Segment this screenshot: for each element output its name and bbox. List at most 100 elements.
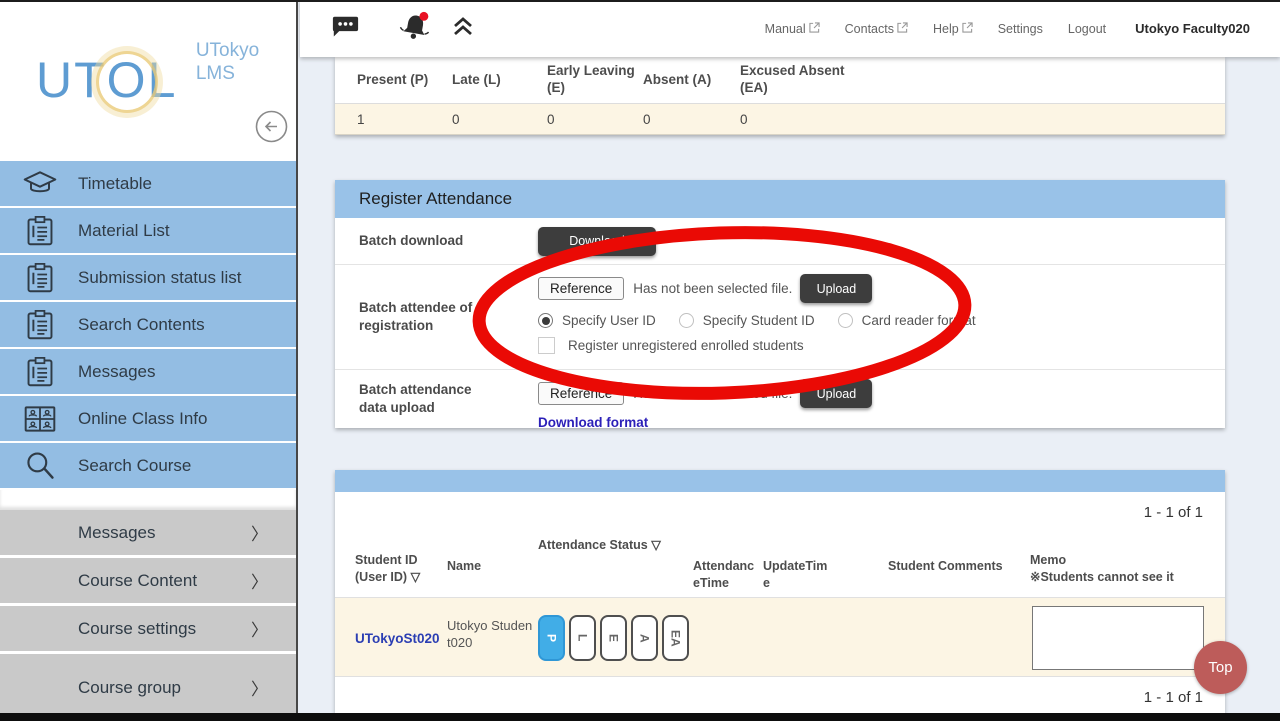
status-button-absent[interactable]: A [631,615,658,661]
sidebar-item-label: Course group [78,678,181,698]
reference-file-button[interactable]: Reference [538,277,624,300]
sidebar-section-divider [0,490,296,510]
sidebar-item-label: Course Content [78,571,197,591]
sidebar-item-course-messages[interactable]: Messages 〉 [0,510,296,558]
logout-link[interactable]: Logout [1068,22,1106,36]
external-link-icon [962,22,973,36]
sidebar-item-search-contents[interactable]: Search Contents [0,302,296,349]
sidebar-item-label: Timetable [78,174,152,194]
sidebar-item-timetable[interactable]: Timetable [0,161,296,208]
radio-selected-icon [538,313,553,328]
chevron-right-icon: 〉 [251,616,268,641]
column-header-memo: Memo ※Students cannot see it [1030,552,1215,586]
sidebar-item-label: Online Class Info [78,409,207,429]
radio-card-reader-format[interactable]: Card reader format [838,313,976,328]
clipboard-icon [18,309,62,341]
sidebar-item-messages[interactable]: Messages [0,349,296,396]
no-file-selected-text: Has not been selected file. [633,281,792,296]
topbar: Manual Contacts Help Settings Logout Uto… [300,0,1280,57]
logo-text: UT [36,52,107,108]
upload-button[interactable]: Upload [800,274,872,303]
row-label: Batch attendance data upload [359,381,489,416]
summary-header: Late (L) [452,57,547,103]
result-count: 1 - 1 of 1 [1144,689,1203,706]
attendance-status-buttons: P L E A EA [538,615,689,661]
column-header-attendance-time: Attendanc eTime [693,558,763,592]
clipboard-icon [18,262,62,294]
sidebar-item-online-class-info[interactable]: Online Class Info [0,396,296,443]
sidebar-item-submission-status-list[interactable]: Submission status list [0,255,296,302]
download-format-link[interactable]: Download format [538,415,648,430]
sidebar-item-label: Submission status list [78,268,241,288]
student-row: UTokyoSt020 Utokyo Studen t020 P L E A E… [335,597,1225,677]
radio-specify-user-id[interactable]: Specify User ID [538,313,656,328]
help-link[interactable]: Help [933,22,973,36]
row-label: Batch attendee of registration [359,299,489,334]
class-grid-icon [18,404,62,434]
column-header-student-comments: Student Comments [888,558,1003,575]
arrow-left-circle-icon [255,131,288,146]
sidebar-item-material-list[interactable]: Material List [0,208,296,255]
sidebar-collapse-button[interactable] [255,110,288,143]
upload-button[interactable]: Upload [800,379,872,408]
sidebar-item-course-group[interactable]: Course group 〉 [0,654,296,721]
no-file-selected-text: Has not been selected file. [633,386,792,401]
settings-link[interactable]: Settings [998,22,1043,36]
window-top-edge [0,0,1280,2]
clipboard-icon [18,356,62,388]
chat-bubble-icon [330,14,361,44]
register-attendance-panel: Register Attendance Batch download Downl… [335,180,1225,428]
sidebar-item-label: Messages [78,362,155,382]
clipboard-icon [18,215,62,247]
chat-messages-button[interactable] [330,14,361,44]
summary-value-row: 1 0 0 0 0 [335,104,1225,135]
status-button-early-leaving[interactable]: E [600,615,627,661]
sidebar: UTOL UTokyo LMS Timetable Material List [0,0,298,721]
checkbox-label: Register unregistered enrolled students [568,338,804,353]
contacts-link[interactable]: Contacts [845,22,908,36]
sidebar-item-label: Course settings [78,619,196,639]
chevron-right-icon: 〉 [251,675,268,700]
summary-value-late: 0 [452,104,547,134]
reference-file-button[interactable]: Reference [538,382,624,405]
summary-header: Present (P) [335,57,452,103]
notifications-button[interactable] [397,11,433,46]
column-header-name: Name [447,558,481,575]
download-button[interactable]: Download [538,227,656,256]
manual-link[interactable]: Manual [765,22,820,36]
student-id-link[interactable]: UTokyoSt020 [355,631,440,646]
memo-input[interactable] [1032,606,1204,670]
status-button-present[interactable]: P [538,615,565,661]
summary-value-excused-absent: 0 [740,104,852,134]
window-bottom-edge [0,713,1280,721]
summary-header: Early Leaving (E) [547,57,643,103]
sidebar-item-label: Messages [78,523,155,543]
main-content: Present (P) Late (L) Early Leaving (E) A… [300,57,1280,713]
external-link-icon [897,22,908,36]
sidebar-item-label: Search Course [78,456,191,476]
summary-value-early-leaving: 0 [547,104,643,134]
username: Utokyo Faculty020 [1135,21,1250,36]
search-icon [18,450,62,482]
utol-logo: UTOL UTokyo LMS [36,40,259,109]
column-header-attendance-status[interactable]: Attendance Status ▽ [538,537,661,554]
sidebar-item-course-content[interactable]: Course Content 〉 [0,558,296,606]
scroll-to-top-button[interactable]: Top [1194,641,1247,694]
batch-download-row: Batch download Download [335,218,1225,265]
radio-unselected-icon [838,313,853,328]
status-button-excused-absent[interactable]: EA [662,615,689,661]
column-header-student-id[interactable]: Student ID (User ID) ▽ [355,552,450,586]
status-button-late[interactable]: L [569,615,596,661]
sidebar-item-search-course[interactable]: Search Course [0,443,296,490]
table-header-strip [335,470,1225,492]
row-label: Batch download [359,232,489,250]
graduation-cap-icon [18,169,62,199]
radio-specify-student-id[interactable]: Specify Student ID [679,313,815,328]
collapse-header-button[interactable] [451,16,475,41]
chevron-right-icon: 〉 [251,520,268,545]
register-unregistered-checkbox[interactable] [538,337,555,354]
logo-o-rings-icon: O [107,52,148,108]
sidebar-item-course-settings[interactable]: Course settings 〉 [0,606,296,654]
external-link-icon [809,22,820,36]
summary-header-row: Present (P) Late (L) Early Leaving (E) A… [335,57,1225,104]
